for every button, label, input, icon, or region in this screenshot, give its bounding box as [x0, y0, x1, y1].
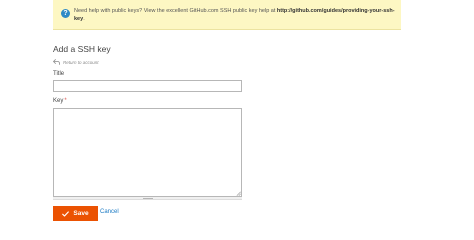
- help-notice-message: Need help with public keys? View the exc…: [74, 8, 277, 14]
- return-to-account-label: Return to account: [63, 59, 99, 65]
- ssh-key-page: ? Need help with public keys? View the e…: [0, 0, 474, 221]
- key-textarea[interactable]: [53, 108, 242, 197]
- key-label: Key*: [53, 98, 67, 104]
- return-to-account-link[interactable]: Return to account: [53, 58, 99, 66]
- title-input[interactable]: [53, 80, 242, 92]
- key-label-text: Key: [53, 98, 64, 104]
- save-button[interactable]: Save: [53, 206, 98, 221]
- page-title: Add a SSH key: [53, 44, 111, 54]
- cancel-link[interactable]: Cancel: [100, 209, 119, 215]
- resize-grip-icon[interactable]: [236, 191, 241, 196]
- help-notice: ? Need help with public keys? View the e…: [53, 0, 401, 30]
- title-label: Title: [53, 71, 65, 77]
- required-marker: *: [64, 98, 67, 104]
- help-notice-suffix: .: [83, 16, 85, 22]
- save-button-label: Save: [73, 210, 89, 217]
- help-notice-text: Need help with public keys? View the exc…: [74, 7, 396, 23]
- textarea-drag-handle[interactable]: [53, 197, 242, 200]
- drag-grip-icon: [143, 198, 153, 199]
- check-icon: [62, 210, 70, 217]
- question-icon: ?: [61, 9, 70, 18]
- return-arrow-icon: [53, 59, 60, 65]
